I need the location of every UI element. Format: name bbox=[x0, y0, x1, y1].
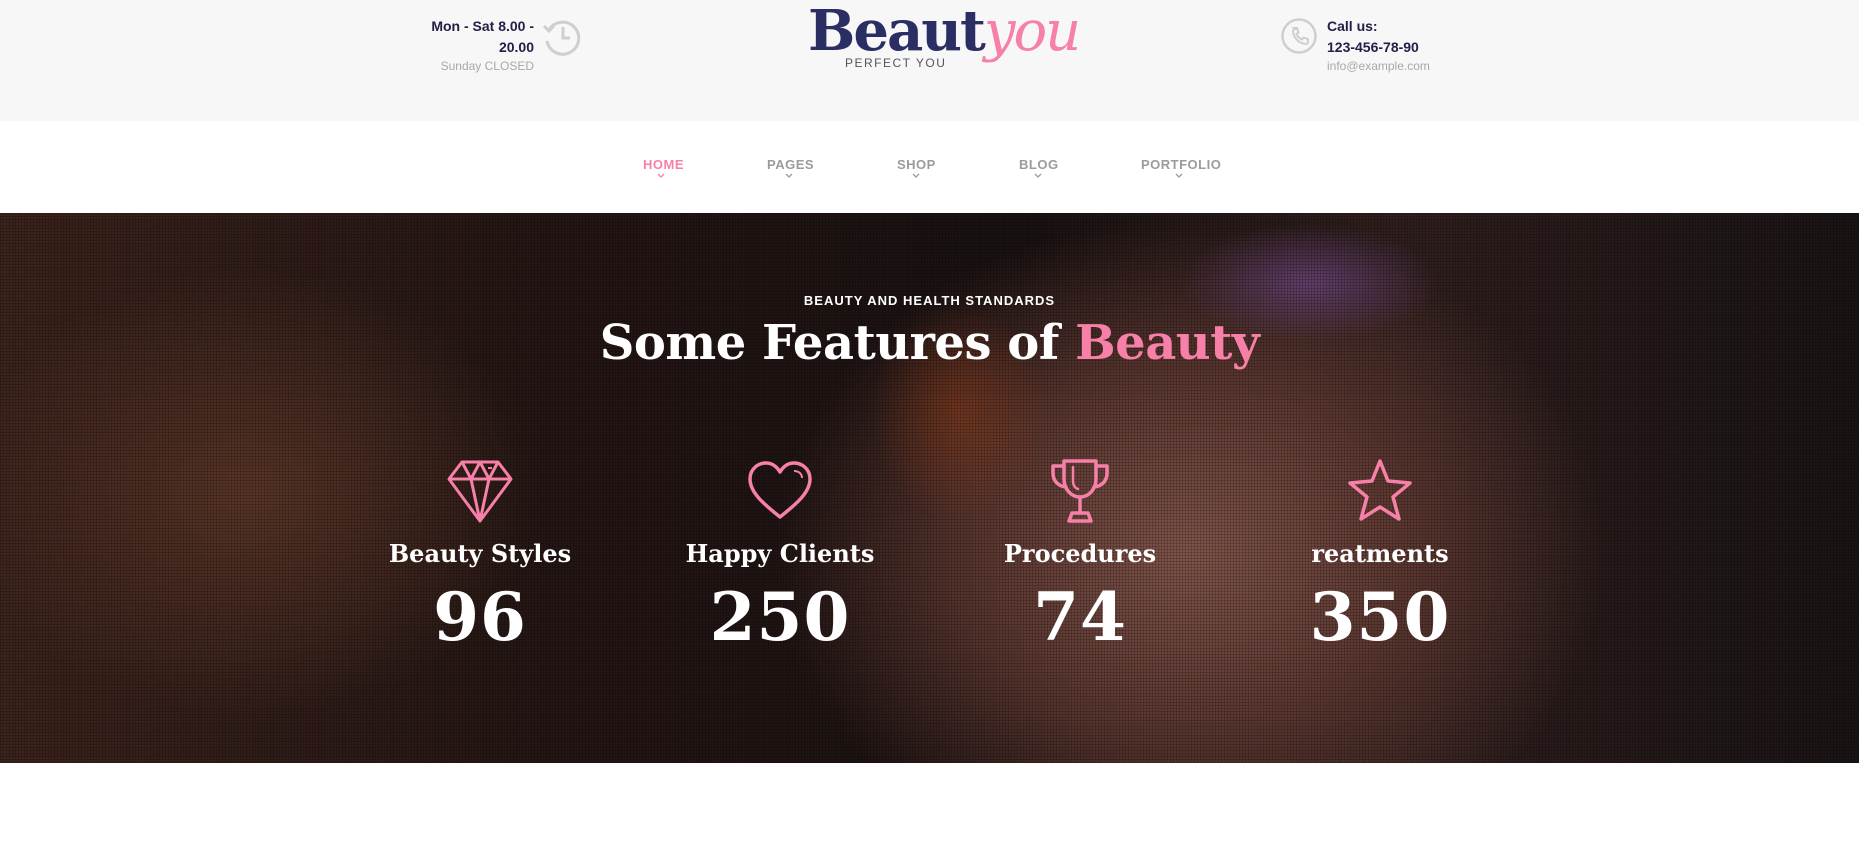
nav-item-blog[interactable]: BLOG bbox=[1019, 157, 1059, 179]
chevron-down-icon bbox=[1175, 173, 1182, 178]
feature-title: Happy Clients bbox=[685, 539, 875, 568]
chevron-down-icon bbox=[912, 173, 919, 178]
feature-title: Beauty Styles bbox=[388, 539, 572, 568]
nav-item-portfolio[interactable]: PORTFOLIO bbox=[1141, 157, 1222, 179]
call-us-label: Call us: bbox=[1327, 18, 1378, 34]
phone-number-link[interactable]: 123-456-78-90 bbox=[1327, 37, 1430, 58]
nav-item-label: HOME bbox=[643, 157, 684, 172]
logo-wordmark: Beautyou bbox=[808, 0, 1081, 64]
feature-counter: 74 bbox=[1033, 578, 1127, 656]
nav-item-pages[interactable]: PAGES bbox=[767, 157, 815, 179]
feature-counter: 96 bbox=[433, 578, 527, 656]
nav-item-label: BLOG bbox=[1019, 157, 1059, 172]
section-title-accent: Beauty bbox=[1075, 315, 1260, 371]
phone-icon bbox=[1281, 18, 1317, 54]
feature-procedures: Procedures 74 bbox=[960, 457, 1200, 655]
trophy-icon bbox=[1051, 459, 1109, 523]
clock-history-icon bbox=[542, 20, 581, 56]
feature-counter: 350 bbox=[1309, 578, 1451, 656]
nav-item-shop[interactable]: SHOP bbox=[897, 157, 936, 179]
star-icon bbox=[1348, 459, 1412, 521]
feature-title: Procedures bbox=[1003, 539, 1157, 568]
feature-title: reatments bbox=[1311, 539, 1449, 568]
main-nav: HOME PAGES SHOP BLOG PORTFOLIO bbox=[0, 121, 1859, 212]
logo-part-you: you bbox=[983, 0, 1081, 64]
site-logo[interactable]: Beautyou PERFECT YOU bbox=[808, 0, 1081, 80]
diamond-icon bbox=[447, 460, 513, 523]
nav-item-label: PORTFOLIO bbox=[1141, 157, 1222, 172]
contact-info: Call us: 123-456-78-90 info@example.com bbox=[1327, 16, 1430, 74]
opening-hours-days: Mon - Sat 8.00 - 20.00 bbox=[431, 18, 534, 55]
nav-item-label: PAGES bbox=[767, 157, 815, 172]
feature-beauty-styles: Beauty Styles 96 bbox=[360, 457, 600, 655]
opening-hours-closed: Sunday CLOSED bbox=[440, 59, 534, 73]
chevron-down-icon bbox=[1034, 173, 1041, 178]
heart-icon bbox=[748, 461, 812, 519]
feature-happy-clients: Happy Clients 250 bbox=[660, 457, 900, 655]
section-eyebrow: BEAUTY AND HEALTH STANDARDS bbox=[803, 293, 1056, 308]
feature-counter: 250 bbox=[709, 578, 851, 656]
logo-tagline: PERFECT YOU bbox=[845, 56, 947, 70]
section-title: Some Features of Beauty bbox=[0, 311, 1859, 375]
chevron-down-icon bbox=[657, 173, 665, 178]
feature-treatments: reatments 350 bbox=[1260, 457, 1500, 655]
opening-hours: Mon - Sat 8.00 - 20.00 Sunday CLOSED bbox=[410, 16, 534, 74]
chevron-down-icon bbox=[785, 173, 793, 178]
features-hero: BEAUTY AND HEALTH STANDARDS Some Feature… bbox=[0, 213, 1859, 763]
section-title-prefix: Some Features of bbox=[599, 315, 1076, 371]
top-header: Mon - Sat 8.00 - 20.00 Sunday CLOSED Bea… bbox=[0, 0, 1859, 121]
nav-item-home[interactable]: HOME bbox=[643, 157, 684, 179]
logo-part-beaut: Beaut bbox=[808, 0, 986, 64]
nav-item-label: SHOP bbox=[897, 157, 936, 172]
email-link[interactable]: info@example.com bbox=[1327, 58, 1430, 74]
